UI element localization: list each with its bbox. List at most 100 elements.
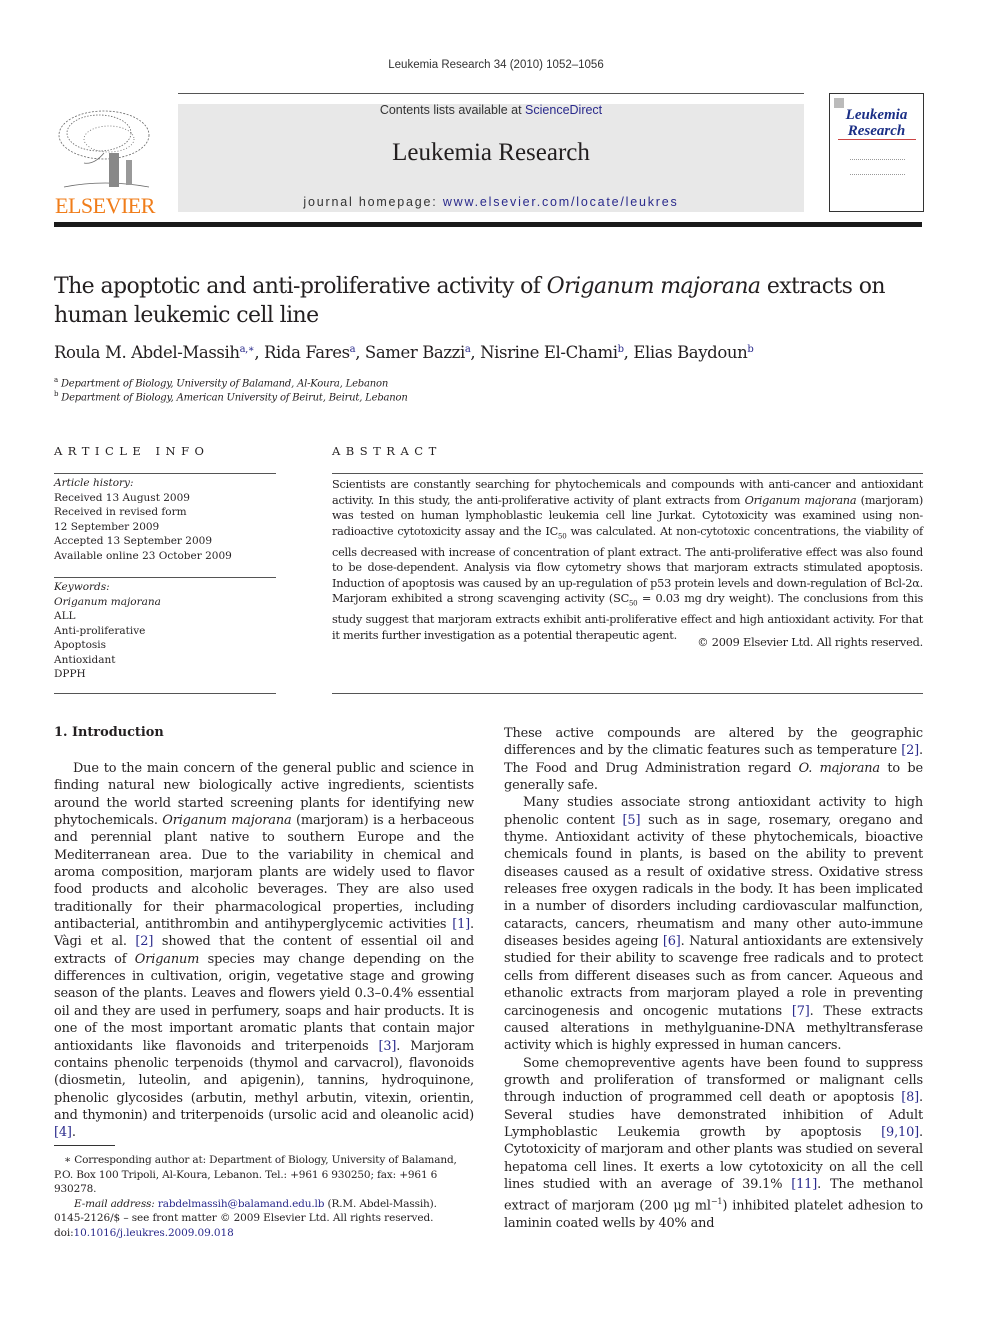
- superscript: −1: [710, 1197, 723, 1207]
- front-matter: 0145-2126/$ – see front matter © 2009 El…: [54, 1211, 484, 1240]
- species-name: Origanum majorana: [162, 813, 292, 829]
- citation-link[interactable]: [11]: [791, 1177, 817, 1192]
- doi-line: doi:10.1016/j.leukres.2009.09.018: [54, 1226, 484, 1241]
- history-list: Received 13 August 2009 Received in revis…: [54, 491, 276, 564]
- journal-title: Leukemia Research: [392, 139, 590, 166]
- text: (R.M. Abdel-Massih).: [324, 1197, 437, 1210]
- author-name: Elias Baydoun: [633, 343, 748, 362]
- species-name: O. majorana: [798, 760, 880, 776]
- separator: ,: [623, 343, 634, 362]
- species-name: Origanum: [134, 951, 200, 967]
- keyword-item: Apoptosis: [54, 639, 107, 651]
- text: (marjoram) is a herbaceous and perennial…: [54, 813, 475, 933]
- text: such as in sage, rosemary, oregano and t…: [504, 812, 923, 950]
- abstract-rule-top: [332, 473, 923, 474]
- title-species: Origanum majorana: [546, 274, 761, 299]
- citation-link[interactable]: [8]: [901, 1090, 919, 1105]
- article-info-label: ARTICLE INFO: [54, 444, 210, 458]
- header-rule: [178, 93, 804, 94]
- keyword-item: Anti-proliferative: [54, 624, 146, 637]
- email-note: E-mail address: rabdelmassih@balamand.ed…: [54, 1197, 474, 1212]
- running-head: Leukemia Research 34 (2010) 1052–1056: [388, 59, 604, 71]
- affiliation-mark: a: [54, 376, 58, 384]
- abstract-species: Origanum majorana: [744, 493, 857, 507]
- author-affiliation-mark[interactable]: a,∗: [240, 344, 255, 355]
- abstract-body: Scientists are constantly searching for …: [332, 477, 923, 643]
- keyword-item: Antioxidant: [54, 653, 116, 666]
- affiliation-text: Department of Biology, University of Bal…: [60, 378, 389, 390]
- keyword-item: Origanum majorana: [54, 595, 161, 608]
- keyword-item: ALL: [54, 610, 76, 622]
- citation-link[interactable]: [7]: [792, 1004, 810, 1019]
- separator: ,: [254, 343, 265, 362]
- doi-link[interactable]: 10.1016/j.leukres.2009.09.018: [74, 1227, 234, 1239]
- keyword-list: Origanum majorana ALL Anti-proliferative Ap…: [54, 595, 276, 682]
- citation-link[interactable]: [9,10]: [881, 1125, 919, 1140]
- history-item: 12 September 2009: [54, 520, 160, 533]
- text: Corresponding author at: Department of B…: [54, 1154, 457, 1195]
- separator: ,: [470, 343, 481, 362]
- history-item: Received in revised form: [54, 506, 187, 518]
- article-info-rule-bottom: [54, 693, 276, 694]
- author-name: Samer Bazzi: [364, 343, 465, 362]
- paragraph: Some chemopreventive agents have been fo…: [504, 1055, 923, 1233]
- paragraph: Due to the main concern of the general p…: [54, 760, 474, 1142]
- history-item: Accepted 13 September 2009: [54, 535, 213, 547]
- affiliation-text: Department of Biology, American Universi…: [61, 392, 408, 404]
- text: These active compounds are altered by th…: [504, 726, 923, 759]
- affiliation-mark: b: [54, 390, 59, 398]
- keywords-label: Keywords:: [54, 581, 110, 593]
- citation-link[interactable]: [4]: [54, 1125, 72, 1140]
- article-title: The apoptotic and anti-proliferative act…: [54, 272, 924, 330]
- elsevier-wordmark: ELSEVIER: [55, 193, 155, 218]
- history-item: Available online 23 October 2009: [54, 549, 232, 562]
- journal-cover-thumbnail[interactable]: Leukemia Research: [829, 93, 924, 212]
- sciencedirect-link[interactable]: ScienceDirect: [525, 103, 602, 117]
- affiliation-b: b Department of Biology, American Univer…: [54, 390, 654, 403]
- email-label: E-mail address:: [74, 1197, 158, 1210]
- author-list: Roula M. Abdel-Massiha,∗, Rida Faresa, S…: [54, 343, 924, 362]
- section-heading-introduction: 1. Introduction: [54, 725, 164, 740]
- cover-title: Leukemia Research: [830, 107, 923, 139]
- author-name: Rida Fares: [264, 343, 350, 362]
- abstract-rule-bottom: [332, 693, 923, 694]
- homepage-link[interactable]: www.elsevier.com/locate/leukres: [443, 195, 679, 209]
- masthead-bottom-rule: [54, 222, 922, 227]
- affiliation-a: a Department of Biology, University of B…: [54, 376, 654, 389]
- footnote-rule: [54, 1145, 115, 1146]
- homepage-label: journal homepage:: [303, 195, 443, 209]
- issn-line: 0145-2126/$ – see front matter © 2009 El…: [54, 1212, 434, 1224]
- doi-label: doi:: [54, 1226, 74, 1239]
- paragraph: These active compounds are altered by th…: [504, 725, 923, 794]
- footnote: ∗ Corresponding author at: Department of…: [54, 1153, 474, 1211]
- cover-title-line1: Leukemia: [845, 107, 908, 123]
- contents-prefix: Contents lists available at: [379, 103, 526, 117]
- cover-rule: [838, 139, 916, 140]
- paragraph: Many studies associate strong antioxidan…: [504, 794, 923, 1054]
- citation-link[interactable]: [6]: [663, 934, 681, 949]
- citation-link[interactable]: [1]: [452, 917, 470, 932]
- email-link[interactable]: rabdelmassih@balamand.edu.lb: [158, 1198, 325, 1210]
- text: Some chemopreventive agents have been fo…: [504, 1055, 923, 1106]
- author-affiliation-mark[interactable]: b: [747, 344, 753, 355]
- keywords-block: Keywords: Origanum majorana ALL Anti-proli…: [54, 580, 276, 682]
- keyword-item: DPPH: [54, 668, 86, 680]
- contents-line: Contents lists available at ScienceDirec…: [178, 103, 804, 117]
- article-history: Article history: Received 13 August 2009…: [54, 476, 276, 563]
- citation-link[interactable]: [2]: [135, 934, 153, 949]
- article-info-rule-top: [54, 473, 276, 474]
- separator: ,: [355, 343, 365, 362]
- author-name: Nisrine El-Chami: [480, 343, 618, 362]
- body-column-right: These active compounds are altered by th…: [504, 725, 923, 1232]
- history-label: Article history:: [54, 477, 134, 489]
- article-info-rule-mid: [54, 577, 276, 578]
- journal-homepage: journal homepage: www.elsevier.com/locat…: [178, 195, 804, 209]
- citation-link[interactable]: [5]: [623, 813, 641, 828]
- history-item: Received 13 August 2009: [54, 491, 190, 504]
- cover-title-line2: Research: [847, 123, 906, 139]
- body-column-left: Due to the main concern of the general p…: [54, 760, 474, 1142]
- corresponding-author-note: ∗ Corresponding author at: Department of…: [54, 1153, 474, 1197]
- citation-link[interactable]: [3]: [378, 1039, 396, 1054]
- text: .: [71, 1125, 76, 1141]
- citation-link[interactable]: [2]: [901, 743, 919, 758]
